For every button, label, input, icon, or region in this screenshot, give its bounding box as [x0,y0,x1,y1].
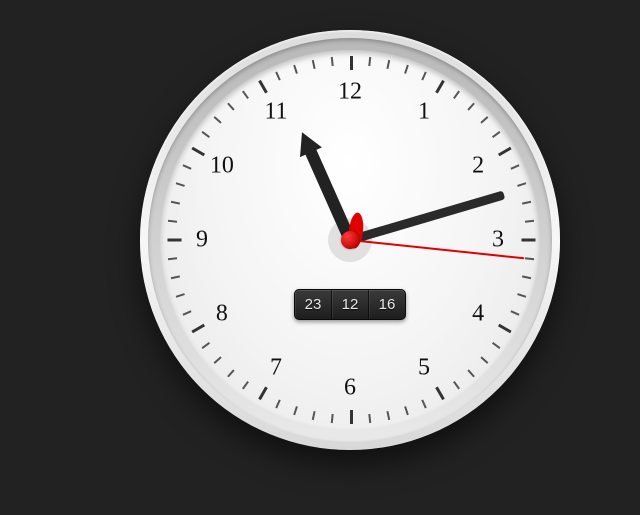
digital-seconds: 16 [369,290,405,319]
stage: 121234567891011 23 12 16 [0,0,640,515]
hands [160,50,540,430]
digital-readout: 23 12 16 [294,289,406,320]
minute-hand [349,191,505,245]
hour-hand [304,146,356,242]
clock-face: 121234567891011 23 12 16 [160,50,540,430]
center-pin [341,231,359,249]
digital-hours: 23 [295,290,332,319]
digital-minutes: 12 [332,290,369,319]
second-hand [350,239,524,259]
analog-clock: 121234567891011 23 12 16 [140,30,560,450]
